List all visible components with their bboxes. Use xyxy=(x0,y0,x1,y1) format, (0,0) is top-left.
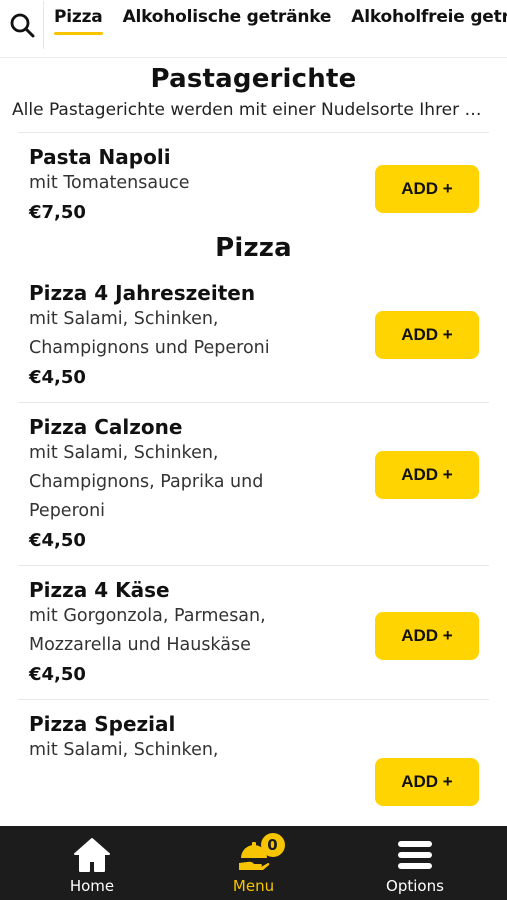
item-price: €4,50 xyxy=(29,530,86,551)
add-button[interactable]: ADD + xyxy=(375,451,479,499)
nav-menu[interactable]: 0 Menu xyxy=(204,831,304,895)
divider xyxy=(18,565,489,566)
item-price: €4,50 xyxy=(29,367,86,388)
cart-count-badge: 0 xyxy=(260,833,285,857)
menu-item-pizza-spezial[interactable]: Pizza Spezial mit Salami, Schinken, ADD … xyxy=(0,712,507,806)
category-nav: Pizza Alkoholische getränke Alkoholfreie… xyxy=(0,0,507,58)
nav-home-label: Home xyxy=(69,877,115,895)
search-button[interactable] xyxy=(0,0,44,49)
add-button[interactable]: ADD + xyxy=(375,758,479,806)
item-name: Pizza Calzone xyxy=(29,415,183,439)
section-title-pizza: Pizza xyxy=(215,233,292,263)
tab-alkoholische-getraenke[interactable]: Alkoholische getränke xyxy=(123,0,332,57)
menu-dish-icon: 0 xyxy=(237,833,285,875)
menu-item-pizza-4-kaese[interactable]: Pizza 4 Käse mit Gorgonzola, Parmesan, M… xyxy=(0,578,507,689)
nav-options-label: Options xyxy=(386,877,444,895)
nav-menu-label: Menu xyxy=(232,877,275,895)
menu-item-pizza-calzone[interactable]: Pizza Calzone mit Salami, Schinken, Cham… xyxy=(0,415,507,555)
tab-pizza[interactable]: Pizza xyxy=(54,0,103,57)
bottom-nav: Home 0 Menu Options xyxy=(0,826,507,900)
item-name: Pizza Spezial xyxy=(29,712,176,736)
add-button[interactable]: ADD + xyxy=(375,165,479,213)
search-icon xyxy=(10,13,34,37)
item-description: Peperoni xyxy=(29,501,106,521)
menu-item-pizza-4-jahreszeiten[interactable]: Pizza 4 Jahreszeiten mit Salami, Schinke… xyxy=(0,281,507,392)
section-description: Alle Pastagerichte werden mit einer Nude… xyxy=(12,100,507,120)
item-name: Pizza 4 Jahreszeiten xyxy=(29,281,256,305)
hamburger-icon xyxy=(396,835,434,875)
home-icon xyxy=(73,835,111,875)
divider xyxy=(18,402,489,403)
item-name: Pizza 4 Käse xyxy=(29,578,170,602)
divider xyxy=(18,132,489,133)
nav-options[interactable]: Options xyxy=(365,831,465,895)
divider xyxy=(18,699,489,700)
add-button[interactable]: ADD + xyxy=(375,311,479,359)
item-price: €4,50 xyxy=(29,664,86,685)
nav-home[interactable]: Home xyxy=(42,831,142,895)
menu-content[interactable]: Pastagerichte Alle Pastagerichte werden … xyxy=(0,58,507,826)
tab-alkoholfreie-getraenke[interactable]: Alkoholfreie getränke xyxy=(351,0,507,57)
add-button[interactable]: ADD + xyxy=(375,612,479,660)
section-title-pastagerichte: Pastagerichte xyxy=(150,64,357,94)
category-tabs: Pizza Alkoholische getränke Alkoholfreie… xyxy=(44,0,507,57)
menu-item-pasta-napoli[interactable]: Pasta Napoli mit Tomatensauce €7,50 ADD … xyxy=(0,145,507,227)
